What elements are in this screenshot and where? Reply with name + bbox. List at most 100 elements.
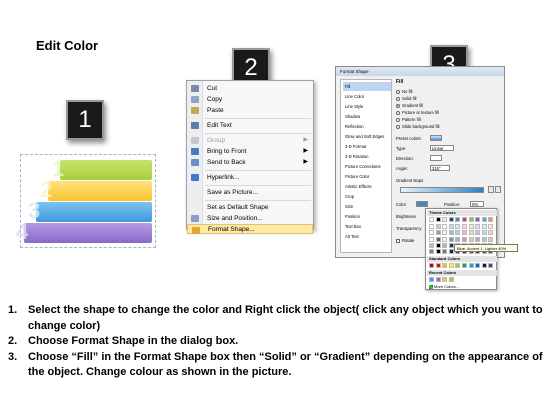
theme-color-swatch[interactable]: [462, 236, 467, 242]
shape-bar-3[interactable]: 3: [28, 198, 152, 223]
nav-item-crop[interactable]: Crop: [343, 192, 391, 201]
theme-color-swatch[interactable]: [468, 224, 474, 230]
fill-option-pattern[interactable]: Pattern fill: [396, 116, 421, 123]
gradient-stops-slider[interactable]: [400, 187, 484, 193]
shape-bar-4[interactable]: 4: [16, 219, 152, 244]
theme-color-swatch[interactable]: [448, 230, 454, 236]
theme-color-swatch[interactable]: [429, 224, 434, 230]
theme-color-swatch[interactable]: [481, 236, 487, 242]
theme-color-swatch[interactable]: [429, 242, 434, 248]
nav-item-3d-format[interactable]: 3-D Format: [343, 142, 391, 151]
theme-color-swatch[interactable]: [435, 230, 441, 236]
standard-color-swatch[interactable]: [481, 263, 487, 268]
theme-color-swatch[interactable]: [455, 224, 461, 230]
nav-item-size[interactable]: Size: [343, 202, 391, 211]
standard-color-swatch[interactable]: [442, 263, 448, 268]
recent-color-swatch[interactable]: [448, 277, 454, 282]
menu-item-save-as-picture[interactable]: Save as Picture...: [187, 187, 313, 198]
fill-option-no-fill[interactable]: No fill: [396, 88, 412, 95]
nav-item-picture-corrections[interactable]: Picture Corrections: [343, 162, 391, 171]
fill-option-picture[interactable]: Picture or texture fill: [396, 109, 439, 116]
theme-color-swatch[interactable]: [448, 224, 454, 230]
theme-color-swatch[interactable]: [475, 236, 481, 242]
theme-color-swatch[interactable]: [455, 217, 461, 222]
theme-color-swatch[interactable]: [481, 224, 487, 230]
menu-item-copy[interactable]: Copy: [187, 94, 313, 105]
theme-color-swatch[interactable]: [435, 242, 441, 248]
theme-color-swatch[interactable]: [455, 230, 461, 236]
theme-color-swatch[interactable]: [462, 230, 467, 236]
standard-color-swatch[interactable]: [475, 263, 481, 268]
add-stop-button[interactable]: [488, 186, 494, 193]
fill-option-slide-bg[interactable]: Slide background fill: [396, 123, 439, 130]
menu-item-send-to-back[interactable]: Send to Back ▶: [187, 157, 313, 168]
shape-bar-2[interactable]: 2: [40, 177, 152, 202]
recent-color-swatch[interactable]: [429, 277, 434, 282]
more-colors-link[interactable]: More Colors...: [429, 284, 459, 290]
fill-option-solid[interactable]: Solid fill: [396, 95, 416, 102]
menu-item-group[interactable]: Group ▶: [187, 135, 313, 146]
menu-item-edit-text[interactable]: Edit Text: [187, 120, 313, 131]
nav-item-fill[interactable]: Fill: [343, 82, 391, 91]
rotate-checkbox[interactable]: Rotate: [396, 237, 414, 244]
theme-color-swatch[interactable]: [435, 224, 441, 230]
theme-color-swatch[interactable]: [481, 230, 487, 236]
theme-color-swatch[interactable]: [468, 236, 474, 242]
theme-color-swatch[interactable]: [468, 217, 474, 222]
theme-color-swatch[interactable]: [468, 230, 474, 236]
stacked-shape-graphic[interactable]: 1 2 3 4: [16, 150, 160, 250]
theme-color-swatch[interactable]: [488, 217, 494, 222]
angle-field[interactable]: 315°: [430, 165, 450, 171]
theme-color-swatch[interactable]: [435, 249, 441, 254]
nav-item-line-style[interactable]: Line Style: [343, 102, 391, 111]
theme-color-swatch[interactable]: [475, 230, 481, 236]
menu-item-size-position[interactable]: Size and Position...: [187, 213, 313, 224]
menu-item-paste[interactable]: Paste: [187, 105, 313, 116]
standard-color-swatch[interactable]: [429, 263, 434, 268]
direction-dropdown[interactable]: [430, 155, 442, 161]
standard-color-swatch[interactable]: [435, 263, 441, 268]
recent-color-swatch[interactable]: [442, 277, 448, 282]
nav-item-alt-text[interactable]: Alt Text: [343, 232, 391, 241]
type-dropdown[interactable]: Linear: [430, 145, 454, 151]
menu-item-cut[interactable]: Cut: [187, 83, 313, 94]
theme-color-swatch[interactable]: [435, 217, 441, 222]
theme-color-swatch[interactable]: [462, 224, 467, 230]
theme-color-swatch[interactable]: [429, 217, 434, 222]
menu-item-format-shape[interactable]: Format Shape...: [187, 224, 313, 234]
theme-color-swatch[interactable]: [488, 224, 494, 230]
theme-color-swatch[interactable]: [488, 230, 494, 236]
remove-stop-button[interactable]: [495, 186, 501, 193]
theme-color-swatch[interactable]: [442, 230, 448, 236]
nav-item-text-box[interactable]: Text Box: [343, 222, 391, 231]
theme-color-swatch[interactable]: [448, 217, 454, 222]
theme-color-swatch[interactable]: [429, 230, 434, 236]
nav-item-position[interactable]: Position: [343, 212, 391, 221]
menu-item-set-default-shape[interactable]: Set as Default Shape: [187, 202, 313, 213]
nav-item-artistic-effects[interactable]: Artistic Effects: [343, 182, 391, 191]
standard-color-swatch[interactable]: [468, 263, 474, 268]
preset-colors-dropdown[interactable]: [430, 135, 442, 141]
theme-color-swatch[interactable]: [475, 224, 481, 230]
menu-item-hyperlink[interactable]: Hyperlink...: [187, 172, 313, 183]
color-picker-button[interactable]: [416, 201, 428, 207]
nav-item-reflection[interactable]: Reflection: [343, 122, 391, 131]
nav-item-line-color[interactable]: Line Color: [343, 92, 391, 101]
nav-item-picture-color[interactable]: Picture Color: [343, 172, 391, 181]
theme-color-swatch[interactable]: [442, 224, 448, 230]
theme-color-swatch[interactable]: [475, 217, 481, 222]
theme-color-swatch[interactable]: [448, 236, 454, 242]
recent-color-swatch[interactable]: [435, 277, 441, 282]
theme-color-swatch[interactable]: [429, 249, 434, 254]
theme-color-swatch[interactable]: [488, 236, 494, 242]
position-field[interactable]: 0%: [470, 201, 484, 207]
theme-color-swatch[interactable]: [455, 236, 461, 242]
standard-color-swatch[interactable]: [462, 263, 467, 268]
theme-color-swatch[interactable]: [481, 217, 487, 222]
theme-color-swatch[interactable]: [442, 249, 448, 254]
shape-bar-1[interactable]: 1: [52, 156, 152, 181]
standard-color-swatch[interactable]: [455, 263, 461, 268]
theme-color-swatch[interactable]: [435, 236, 441, 242]
theme-color-swatch[interactable]: [429, 236, 434, 242]
theme-color-swatch[interactable]: [442, 242, 448, 248]
